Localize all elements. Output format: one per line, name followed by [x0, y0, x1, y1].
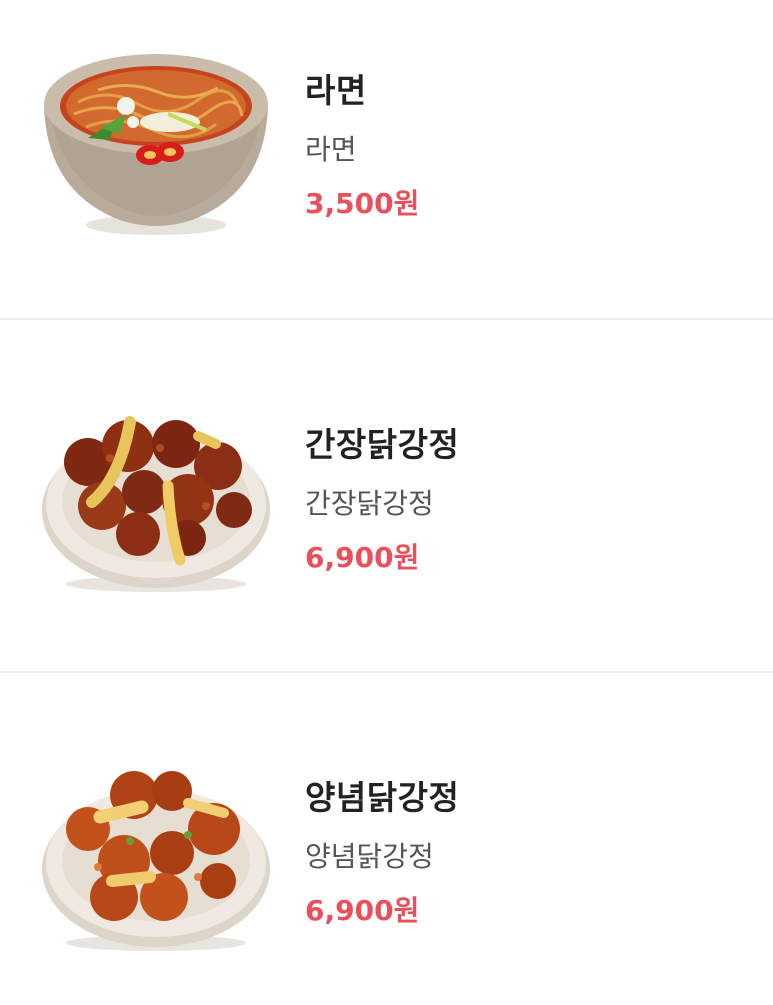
item-description: 양념닭강정 [305, 840, 434, 873]
item-description: 간장닭강정 [305, 487, 434, 520]
item-name: 간장닭강정 [305, 425, 460, 464]
soy-chicken-plate-icon [38, 398, 274, 598]
item-price: 6,900원 [305, 541, 420, 574]
menu-item-ramen[interactable]: 라면 라면 3,500원 [0, 0, 773, 318]
menu-list: 라면 라면 3,500원 간장닭강정 간장닭강정 6,900원 양념닭강정 양념… [0, 0, 773, 1005]
menu-item-spicy-chicken[interactable]: 양념닭강정 양념닭강정 6,900원 [0, 673, 773, 991]
item-name: 양념닭강정 [305, 778, 460, 817]
spicy-chicken-plate-icon [38, 757, 274, 957]
item-name: 라면 [305, 71, 367, 110]
ramen-bowl-icon [38, 42, 274, 242]
item-price: 6,900원 [305, 894, 420, 927]
item-price: 3,500원 [305, 187, 420, 220]
menu-item-soy-chicken[interactable]: 간장닭강정 간장닭강정 6,900원 [0, 320, 773, 638]
item-description: 라면 [305, 133, 357, 166]
